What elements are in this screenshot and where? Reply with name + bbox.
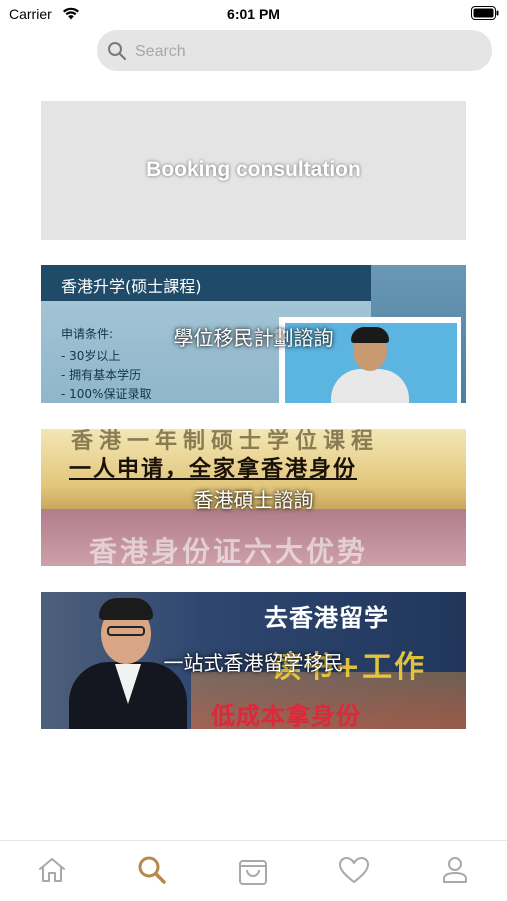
home-icon	[39, 858, 65, 882]
shopping-bag-icon	[239, 860, 267, 885]
clock: 6:01 PM	[227, 6, 280, 22]
tab-favorites[interactable]	[337, 853, 371, 887]
user-icon	[443, 857, 467, 883]
card-label: 一站式香港留学移民	[163, 651, 344, 675]
search-icon	[108, 42, 127, 61]
card-label: 香港碩士諮詢	[193, 488, 314, 512]
tab-profile[interactable]	[438, 853, 472, 887]
study-immigration-card[interactable]: 去香港留学 读书+工作 低成本拿身份 一站式香港留学移民	[41, 592, 466, 729]
card-image-header: 香港升学(硕士課程)	[41, 265, 371, 301]
card-image-header-text: 香港升学(硕士課程)	[61, 277, 202, 296]
card-image-text: - 100%保证录取	[61, 387, 152, 401]
card-image-text: 去香港留学	[264, 604, 389, 632]
tab-search[interactable]	[135, 853, 169, 887]
hk-masters-card[interactable]: 香港一年制硕士学位课程 一人申请，全家拿香港身份 香港身份证六大优势 香港碩士諮…	[41, 429, 466, 566]
status-bar: Carrier 6:01 PM	[0, 0, 507, 28]
tab-cart[interactable]	[236, 853, 270, 887]
card-image-text: 一人申请，全家拿香港身份	[69, 457, 358, 482]
tab-bar	[0, 840, 507, 901]
search-input[interactable]	[133, 30, 477, 73]
tab-home[interactable]	[35, 853, 69, 887]
booking-consultation-card[interactable]: Booking consultation	[41, 101, 466, 240]
card-image-text: - 拥有基本学历	[61, 368, 142, 382]
heart-icon	[339, 857, 369, 883]
portrait-person	[99, 598, 153, 620]
search-icon	[138, 856, 166, 884]
card-image-text: 低成本拿身份	[211, 702, 361, 729]
card-image-text: 香港身份证六大优势	[89, 535, 369, 566]
search-bar[interactable]	[97, 30, 492, 73]
portrait-person	[107, 626, 145, 636]
card-label: Booking consultation	[146, 158, 361, 181]
battery-icon	[471, 6, 499, 20]
card-label: 學位移民計劃諮詢	[173, 326, 334, 350]
degree-immigration-card[interactable]: 香港升学(硕士課程) 申请条件: - 30岁以上 - 拥有基本学历 - 100%…	[41, 265, 466, 403]
